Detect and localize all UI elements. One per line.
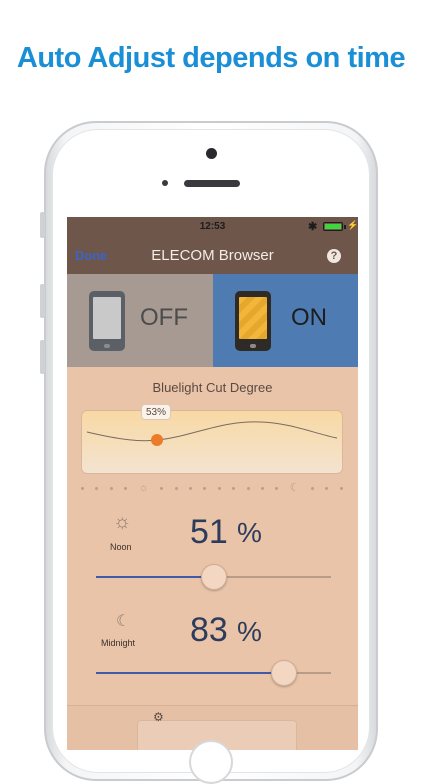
noon-slider-track[interactable] [213, 576, 331, 578]
off-label: OFF [140, 304, 188, 331]
status-bar: 12:53 ✱ ⚡ [67, 217, 358, 237]
noon-slider-thumb[interactable] [200, 564, 227, 590]
noon-unit: % [237, 517, 262, 548]
on-toggle-button[interactable]: ON [213, 274, 358, 367]
battery-tip [344, 225, 346, 229]
app-screen: 12:53 ✱ ⚡ Done ELECOM Browser ? OFF ON B… [67, 217, 358, 750]
home-button[interactable] [189, 740, 233, 784]
phone-on-icon [235, 291, 271, 351]
noon-slider-fill [96, 576, 214, 578]
mute-switch [40, 212, 45, 238]
noon-label: Noon [110, 542, 132, 552]
midnight-slider-thumb[interactable] [271, 660, 297, 686]
headline: Auto Adjust depends on time [16, 42, 406, 74]
current-percent-bubble: 53% [141, 404, 171, 420]
nav-title: ELECOM Browser [151, 247, 274, 264]
help-button[interactable]: ? [327, 249, 341, 263]
bluetooth-icon: ✱ [308, 221, 318, 233]
degree-curve [86, 421, 338, 446]
sun-small-icon: ☼ [138, 482, 149, 494]
phone-off-icon [89, 291, 125, 351]
moon-icon: ☾ [116, 613, 131, 630]
off-toggle-button[interactable]: OFF [67, 274, 213, 367]
noon-value: 51 [190, 513, 228, 551]
midnight-value: 83 [190, 611, 228, 649]
midnight-label: Midnight [101, 638, 136, 648]
degree-title: Bluelight Cut Degree [152, 380, 273, 395]
midnight-unit: % [237, 616, 262, 647]
curve-marker[interactable] [151, 434, 163, 446]
navigation-bar: Done ELECOM Browser ? [67, 237, 358, 274]
midnight-slider-fill [96, 672, 284, 674]
volume-up-button [40, 284, 45, 318]
time-dots-row: ☼ ☾ [81, 482, 343, 494]
sun-icon: ☼ [113, 511, 132, 533]
on-label: ON [291, 304, 327, 331]
charging-icon: ⚡ [347, 220, 358, 230]
earpiece-speaker [184, 180, 240, 187]
moon-small-icon: ☾ [289, 482, 300, 494]
front-camera [206, 148, 217, 159]
proximity-sensor [162, 180, 168, 186]
battery-icon [323, 222, 343, 231]
volume-down-button [40, 340, 45, 374]
gear-icon: ⚙ [153, 710, 164, 724]
